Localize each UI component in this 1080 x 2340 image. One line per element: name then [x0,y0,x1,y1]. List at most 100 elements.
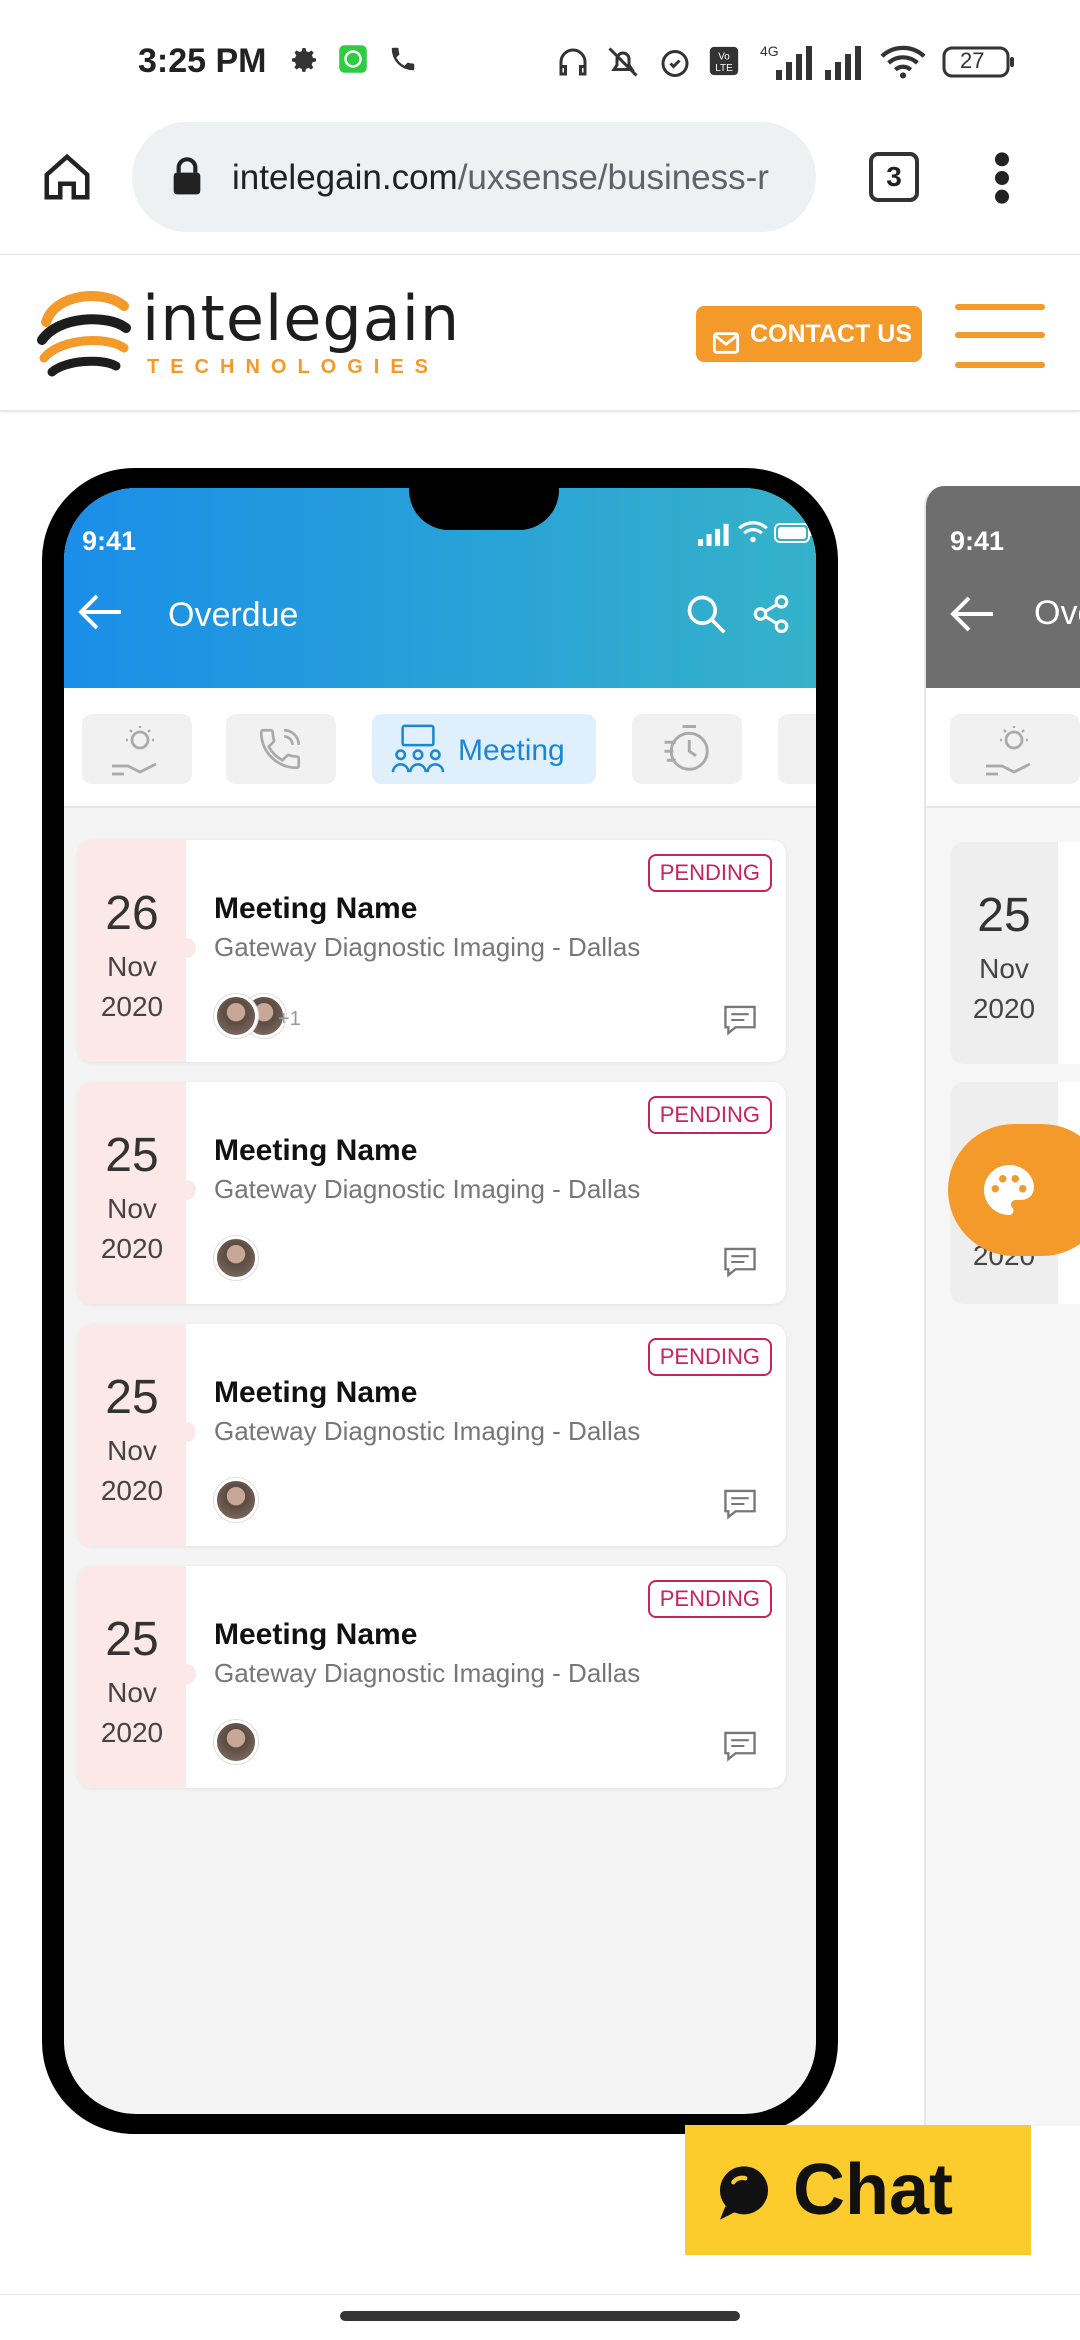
comment-icon[interactable] [722,1246,758,1283]
status-badge: PENDING [647,1580,772,1618]
chat-button[interactable]: Chat [685,2125,1031,2255]
card-year: 2020 [100,1717,164,1748]
filter-chip-label: Meeting [458,734,565,767]
gesture-bar [0,2294,1080,2340]
gear-icon [288,44,320,82]
network-label: 4G [760,43,779,59]
filter-chip [950,714,1080,784]
contact-us-button[interactable]: CONTACT US [696,306,922,362]
signal-icon [698,522,732,551]
palette-button[interactable] [948,1124,1080,1256]
card-date: 25 Nov 2020 [78,1082,186,1304]
card-year: 2020 [100,1475,164,1506]
chat-label: Chat [793,2150,953,2230]
phone-screen: 9:41 Overdue Meeting 26 Nov 2020 PENDING… [64,488,816,2114]
mute-icon [605,44,641,86]
card-month: Nov [107,1193,157,1224]
wifi-icon [738,520,768,549]
volte-icon: Vo LTE [707,44,741,84]
card-title: Meeting Name [214,1134,418,1167]
url-bar[interactable]: intelegain.com/uxsense/business-r [132,122,816,232]
avatar [214,1720,258,1764]
whatsapp-icon [338,44,368,80]
card-month: Nov [107,951,157,982]
avatar [214,1478,258,1522]
contact-us-label: CONTACT US [750,320,913,348]
tab-switcher-button[interactable]: 3 [869,152,919,202]
comment-icon[interactable] [722,1004,758,1041]
logo-subtext: TECHNOLOGIES [147,356,440,378]
card-subtitle: Gateway Diagnostic Imaging - Dallas [214,1658,641,1688]
meeting-card[interactable]: 25 Nov 2020 PENDING Meeting Name Gateway… [78,1082,786,1304]
card-title: Meeting Name [214,1376,418,1409]
battery-level: 27 [960,48,985,73]
filter-chip-call[interactable] [226,714,336,784]
card-subtitle: Gateway Diagnostic Imaging - Dallas [214,1416,641,1446]
menu-button[interactable] [955,304,1045,368]
back-arrow-icon[interactable] [76,592,126,637]
card-notch [176,1422,196,1442]
card-day: 25 [105,1371,159,1424]
hamburger-line [955,332,1045,338]
card-date: 26 Nov 2020 [78,840,186,1062]
idea-icon [106,722,166,783]
filter-chip-meeting[interactable]: Meeting [372,714,596,784]
chat-bubble-icon [711,2161,777,2230]
card-title: Meeting Name [214,892,418,925]
avatar [214,994,258,1038]
status-badge: PENDING [647,1096,772,1134]
app-time: 9:41 [950,526,1005,556]
comment-icon[interactable] [722,1730,758,1767]
card-year: 2020 [100,1233,164,1264]
back-arrow-icon [948,594,998,639]
filter-chip-history[interactable] [632,714,742,784]
share-icon[interactable] [750,592,792,641]
battery-icon [774,522,814,549]
battery-icon: 27 [942,46,1016,84]
filter-chip-more[interactable] [778,714,816,784]
app-title: Overdue [168,596,299,634]
phone-icon [388,44,418,80]
url-domain: intelegain.com [232,158,458,197]
home-gesture-handle[interactable] [340,2311,740,2321]
palette-icon [978,1160,1040,1225]
url-path: /uxsense/business-r [457,158,769,197]
card-month: Nov [107,1677,157,1708]
lock-icon [170,156,204,201]
card-day: 25 [105,1613,159,1666]
more-options-icon[interactable] [992,150,1012,211]
idea-icon [980,722,1040,783]
wifi-icon [880,44,926,86]
card-date: 25 Nov 2020 [78,1566,186,1788]
meeting-card[interactable]: 25 Nov 2020 PENDING Meeting Name Gateway… [78,1324,786,1546]
search-icon[interactable] [684,592,728,641]
call-icon [254,724,306,779]
meeting-card[interactable]: 25 Nov 2020 PENDING Meeting Name Gateway… [78,1566,786,1788]
svg-text:LTE: LTE [715,63,733,74]
hamburger-line [955,362,1045,368]
home-icon[interactable] [40,150,94,209]
card-notch [176,938,196,958]
meeting-card: 25 Nov 2020 [950,842,1080,1064]
hamburger-line [955,304,1045,310]
app-title: Ove [1034,594,1080,632]
avatar [214,1236,258,1280]
filter-row: Meeting [64,688,816,808]
card-day: 25 [105,1129,159,1182]
app-time: 9:41 [82,526,137,556]
filter-chip-idea[interactable] [82,714,192,784]
avatar-more-count: +1 [278,1008,301,1030]
logo-text[interactable]: intelegain [142,282,460,355]
card-month: Nov [979,953,1029,984]
card-subtitle: Gateway Diagnostic Imaging - Dallas [214,1174,641,1204]
card-year: 2020 [972,993,1036,1024]
comment-icon[interactable] [722,1488,758,1525]
logo-mark-icon[interactable] [36,282,132,391]
browser-toolbar: intelegain.com/uxsense/business-r 3 [0,110,1080,255]
meeting-card[interactable]: 26 Nov 2020 PENDING Meeting Name Gateway… [78,840,786,1062]
app-bar: 9:41 Ove [926,486,1080,688]
status-bar: 3:25 PM Vo LTE 4G 27 [0,0,1080,120]
url-text: intelegain.com/uxsense/business-r [232,158,769,198]
meeting-icon [390,724,446,779]
status-time: 3:25 PM [138,42,267,80]
